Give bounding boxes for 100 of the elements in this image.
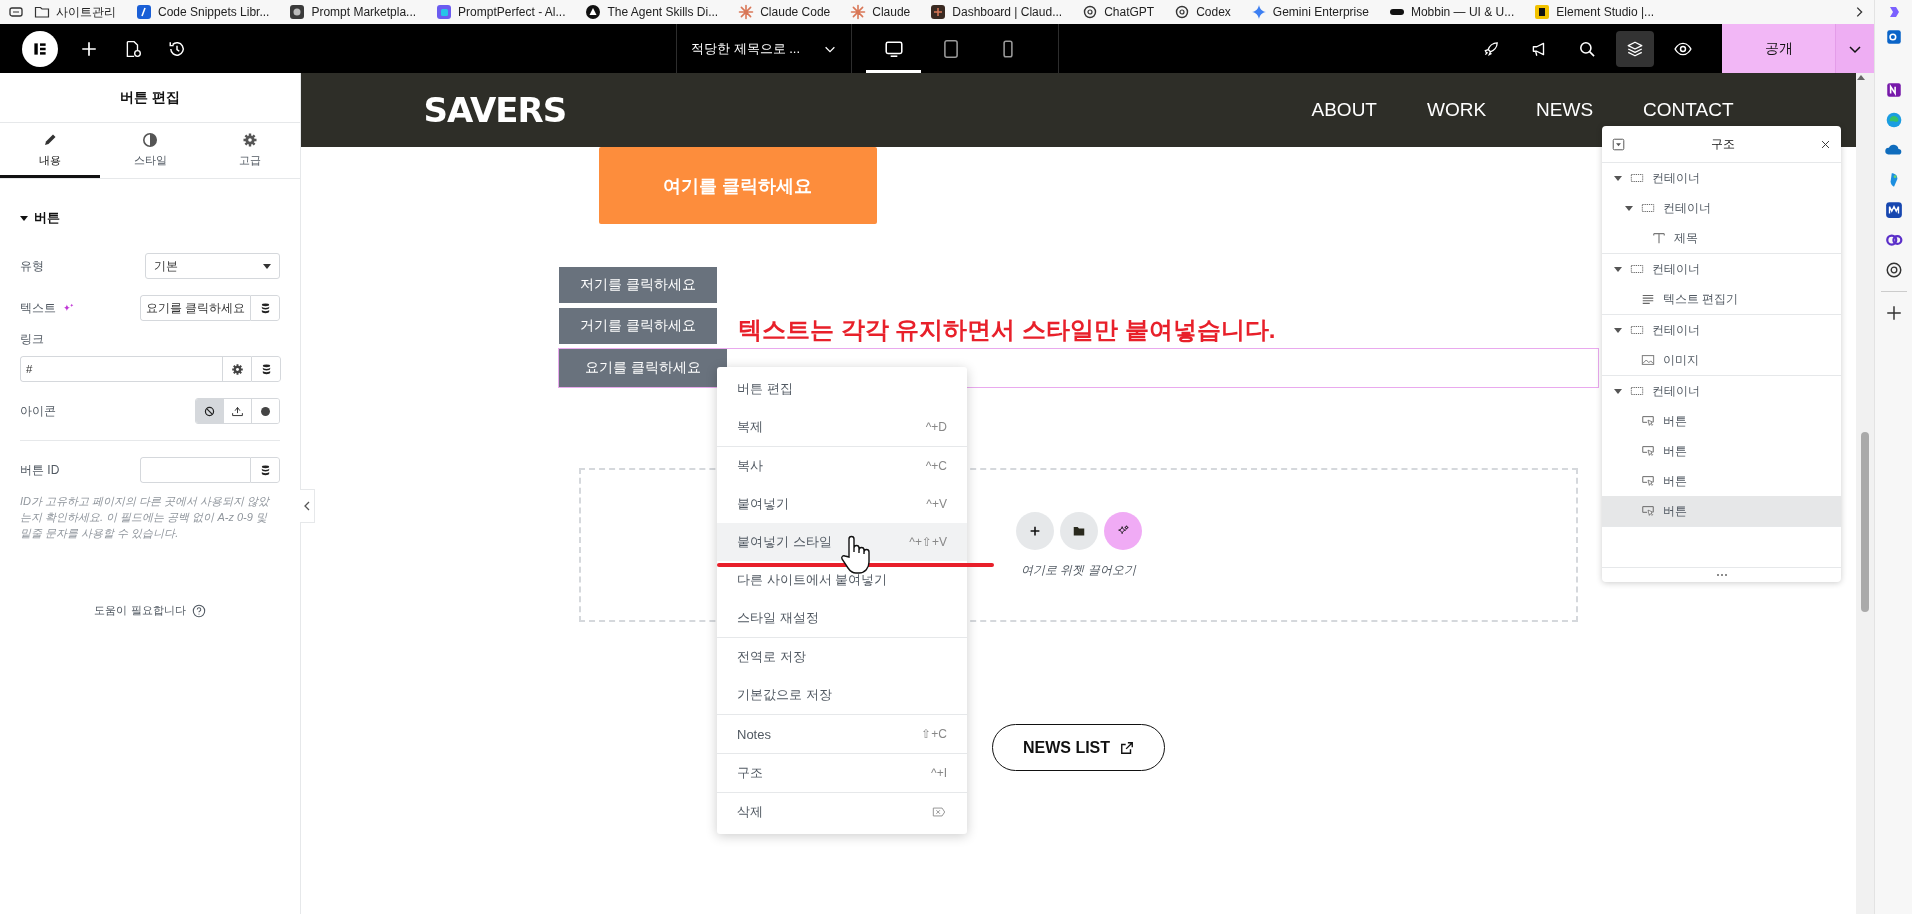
- rocket-icon[interactable]: [1482, 39, 1500, 58]
- nav-link[interactable]: NEWS: [1536, 99, 1594, 121]
- bookmark[interactable]: Gemini Enterprise: [1240, 1, 1379, 23]
- menu-item[interactable]: 붙여넣기 ^+V: [717, 485, 967, 523]
- widget-button[interactable]: 저기를 클릭하세요: [559, 267, 717, 303]
- scrollbar-thumb[interactable]: [1861, 432, 1869, 612]
- rings-icon[interactable]: [1884, 231, 1903, 249]
- bookmark[interactable]: Dashboard | Claud...: [920, 1, 1073, 23]
- menu-item[interactable]: 스타일 재설정: [717, 599, 967, 637]
- bookmark[interactable]: Code Snippets Libr...: [126, 1, 280, 23]
- structure-item[interactable]: 이미지: [1602, 345, 1841, 375]
- caret-icon: [1614, 326, 1622, 334]
- layers-button[interactable]: [1616, 30, 1654, 67]
- external-link-icon: [1120, 740, 1135, 755]
- search-icon[interactable]: [1578, 39, 1596, 58]
- close-icon[interactable]: [1820, 138, 1831, 150]
- site-logo[interactable]: SAVERS: [423, 90, 567, 130]
- news-list-button[interactable]: NEWS LIST: [991, 724, 1166, 771]
- caret-icon: [20, 214, 28, 222]
- burst-icon: [738, 4, 755, 20]
- gear-icon: [242, 132, 258, 148]
- bookmark[interactable]: ChatGPT: [1072, 1, 1165, 23]
- widget-button[interactable]: 요기를 클릭하세요: [559, 349, 727, 387]
- field-label: 텍스트: [20, 299, 56, 317]
- template-library-button[interactable]: [1059, 511, 1098, 550]
- help-icon: [191, 603, 206, 618]
- link-input[interactable]: #: [20, 356, 222, 382]
- help-link[interactable]: 도움이 필요합니다: [94, 603, 186, 618]
- structure-item[interactable]: 버튼: [1602, 436, 1841, 466]
- menu-item[interactable]: 붙여넣기 스타일 ^+⇧+V: [717, 523, 967, 561]
- tab-icon[interactable]: [8, 4, 24, 20]
- menu-item[interactable]: 삭제: [717, 793, 967, 831]
- icon-option[interactable]: [251, 399, 279, 423]
- gear-icon: [230, 362, 244, 376]
- menu-item[interactable]: 기본값으로 저장: [717, 676, 967, 714]
- type-select[interactable]: 기본: [145, 253, 280, 279]
- menu-item[interactable]: 복사 ^+C: [717, 447, 967, 485]
- history-icon[interactable]: [168, 39, 186, 58]
- menu-item[interactable]: 전역로 저장: [717, 638, 967, 676]
- nav-link[interactable]: CONTACT: [1643, 99, 1734, 121]
- layers-icon[interactable]: [1626, 39, 1644, 58]
- nav-link[interactable]: ABOUT: [1311, 99, 1377, 121]
- structure-item[interactable]: 컨테이너: [1602, 315, 1841, 345]
- dynamic-tags-button[interactable]: [250, 457, 280, 483]
- structure-item[interactable]: 버튼: [1602, 406, 1841, 436]
- widget-button[interactable]: 거기를 클릭하세요: [559, 308, 717, 344]
- icon-type-toggle[interactable]: [195, 398, 280, 424]
- ai-button[interactable]: [1103, 511, 1142, 550]
- structure-item[interactable]: 버튼: [1602, 466, 1841, 496]
- structure-item[interactable]: 버튼: [1602, 496, 1841, 526]
- menu-item[interactable]: 복제 ^+D: [717, 408, 967, 446]
- id-input[interactable]: [140, 457, 250, 483]
- container-icon: [1630, 262, 1644, 276]
- elementor-logo[interactable]: [22, 30, 58, 67]
- bookmark[interactable]: Claude Code: [728, 1, 841, 23]
- bookmark[interactable]: Claude: [840, 1, 921, 23]
- bookmark[interactable]: Mobbin — UI & U...: [1378, 1, 1525, 23]
- bookmark[interactable]: Codex: [1164, 1, 1241, 23]
- dynamic-tags-button[interactable]: [250, 295, 280, 321]
- panel-tab[interactable]: 내용: [0, 123, 100, 178]
- collapse-icon[interactable]: [1612, 137, 1625, 151]
- nav-link[interactable]: WORK: [1426, 99, 1487, 121]
- waves-icon[interactable]: [1884, 201, 1903, 219]
- structure-item[interactable]: 컨테이너: [1602, 376, 1841, 406]
- text-input[interactable]: 요기를 클릭하세요: [140, 295, 250, 321]
- structure-item[interactable]: 컨테이너: [1602, 193, 1841, 223]
- field-label: 링크: [20, 331, 45, 348]
- structure-item[interactable]: 컨테이너: [1602, 163, 1841, 193]
- container-icon: [1641, 201, 1655, 215]
- caret-icon: [1614, 265, 1622, 273]
- panel-tab[interactable]: 스타일: [100, 123, 200, 178]
- bookmark[interactable]: Prompt Marketpla...: [279, 1, 427, 23]
- bookmark[interactable]: Element Studio |...: [1524, 1, 1665, 23]
- structure-item[interactable]: 텍스트 편집기: [1602, 284, 1841, 314]
- menu-item[interactable]: Notes ⇧+C: [717, 715, 967, 753]
- icon-option[interactable]: [196, 399, 223, 423]
- edge-icon[interactable]: [1884, 111, 1903, 129]
- bookmark[interactable]: PromptPerfect - Al...: [426, 1, 576, 23]
- panel-tab[interactable]: 고급: [200, 123, 300, 178]
- plus-icon[interactable]: [80, 39, 98, 58]
- structure-item[interactable]: 제목: [1602, 223, 1841, 253]
- outlook-icon[interactable]: [1884, 28, 1903, 46]
- chevron-left-icon: [303, 501, 311, 511]
- delete-key-icon: [931, 805, 947, 819]
- circle-icon: [259, 404, 272, 418]
- section-header[interactable]: 버튼: [20, 209, 280, 227]
- link-options-button[interactable]: [222, 356, 251, 382]
- bookmark[interactable]: The Agent Skills Di...: [575, 1, 729, 23]
- square-icon: [1534, 4, 1551, 20]
- code-icon: [136, 4, 152, 20]
- caret-icon: [1625, 204, 1633, 212]
- menu-item[interactable]: 다른 사이트에서 붙여넣기: [717, 561, 967, 599]
- onenote-icon[interactable]: [1884, 81, 1903, 99]
- structure-item[interactable]: 컨테이너: [1602, 254, 1841, 284]
- publish-button[interactable]: 공개: [1722, 24, 1835, 73]
- dynamic-tags-button[interactable]: [251, 356, 281, 382]
- bookmark[interactable]: 사이트관리: [24, 1, 126, 23]
- menu-item[interactable]: 구조 ^+I: [717, 754, 967, 792]
- page-settings-icon[interactable]: [124, 39, 142, 58]
- structure-title: 구조: [1710, 135, 1735, 153]
